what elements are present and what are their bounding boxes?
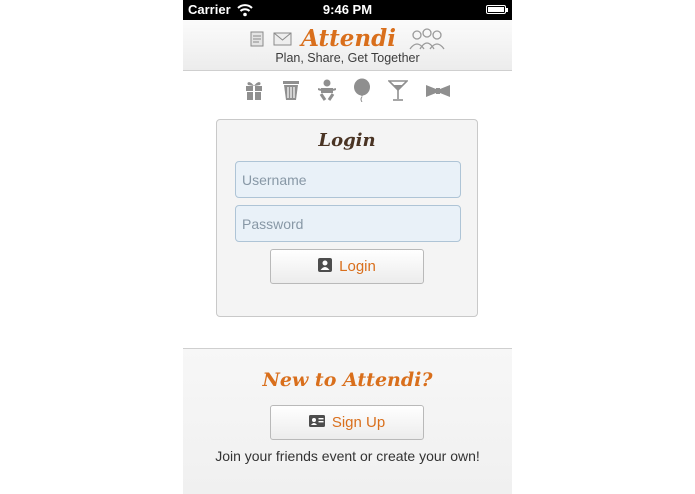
- username-input[interactable]: [235, 161, 461, 198]
- signup-button-label: Sign Up: [331, 414, 386, 431]
- user-badge-icon: [318, 257, 333, 276]
- status-time: 9:46 PM: [322, 2, 373, 17]
- logo: Attendi: [183, 25, 512, 52]
- password-input[interactable]: [235, 205, 461, 242]
- signup-title: New to Attendi?: [262, 369, 433, 391]
- battery-icon: [486, 5, 508, 14]
- balloon-icon: [353, 78, 371, 106]
- signup-description: Join your friends event or create your o…: [215, 448, 480, 464]
- gift-icon: [244, 79, 264, 105]
- login-title: Login: [318, 130, 376, 151]
- status-bar: Carrier 9:46 PM: [183, 0, 512, 20]
- people-group-icon: [409, 27, 445, 49]
- login-button-label: Login: [339, 258, 376, 275]
- document-icon: [250, 31, 264, 46]
- brand-name: Attendi: [301, 25, 396, 52]
- event-icons-row: [183, 78, 512, 106]
- login-panel: Login Login: [216, 119, 478, 317]
- trash-can-icon: [281, 79, 301, 105]
- baby-icon: [317, 79, 337, 105]
- login-button[interactable]: Login: [270, 249, 424, 284]
- bow-tie-icon: [425, 83, 451, 102]
- app-header: Attendi Plan, Share, Get Together: [183, 20, 512, 71]
- signup-section: New to Attendi? Sign Up Join your friend…: [183, 349, 512, 494]
- tagline: Plan, Share, Get Together: [275, 51, 420, 65]
- id-card-icon: [308, 414, 325, 431]
- envelope-icon: [273, 32, 292, 45]
- signup-button[interactable]: Sign Up: [270, 405, 424, 440]
- cocktail-icon: [387, 79, 410, 105]
- phone-screen: Carrier 9:46 PM Attendi Plan, Share, Get…: [183, 0, 512, 494]
